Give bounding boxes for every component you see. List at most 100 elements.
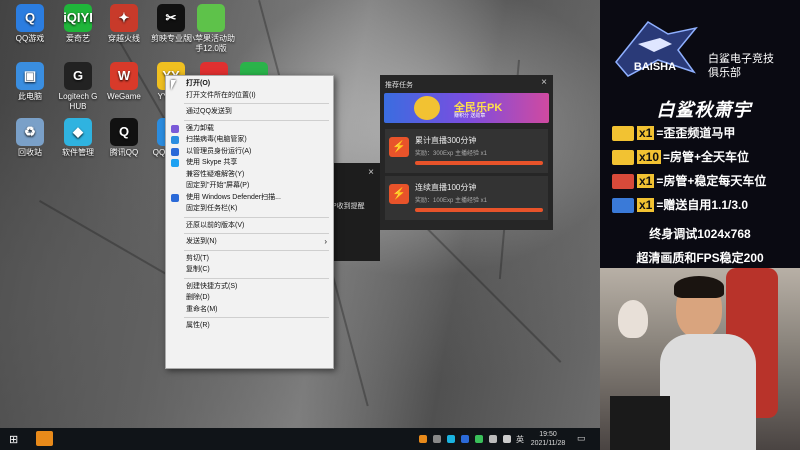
menu-item-label: 删除(D) <box>186 294 210 301</box>
gift-icon <box>612 198 634 214</box>
clock[interactable]: 19:50 2021/11/28 <box>530 430 566 448</box>
context-menu: 打开(O) 打开文件所在的位置(I) 通过QQ发送到 强力卸载 扫描病毒(电脑管家) 以管… <box>165 75 334 369</box>
menu-item-label: 以管理员身份运行(A) <box>186 147 252 155</box>
gift-offer-line: x10 =房管+全天车位 <box>612 148 749 166</box>
context-menu-item[interactable]: 固定到"开始"屏幕(P) <box>166 180 333 192</box>
desktop: Q QQ游戏 iQIYI 爱奇艺 ✦ 穿越火线 ✂ 剪映专业版 小苹果活动助手12.0版 ▣ 此电脑… <box>0 0 600 428</box>
popup-close-icon[interactable]: × <box>368 167 374 178</box>
volume-icon[interactable] <box>503 435 511 443</box>
menu-item-label: 使用 Skype 共享 <box>186 159 238 166</box>
menu-separator <box>184 216 329 218</box>
menu-item-label: 剪切(T) <box>186 254 209 262</box>
taskbar: ⊞ 英 19:50 2021/11/28 ▭ <box>0 428 600 450</box>
menu-separator <box>184 277 329 279</box>
app-icon: G <box>64 62 92 90</box>
tray-app-icon[interactable] <box>475 435 483 443</box>
task-progress-bar <box>415 208 543 212</box>
gift-quantity: x1 <box>637 174 655 188</box>
mouse-cursor-icon <box>171 80 176 90</box>
app-icon: ✦ <box>110 4 138 32</box>
gift-icon <box>612 150 634 166</box>
context-menu-item[interactable]: 使用 Skype 共享 <box>166 157 333 169</box>
windows-start-icon[interactable]: ⊞ <box>9 433 18 446</box>
task-panel-close-icon[interactable]: × <box>541 77 547 88</box>
desktop-icon-label: 小苹果活动助手12.0版 <box>187 34 235 53</box>
context-menu-item[interactable]: 删除(D) <box>166 292 333 304</box>
context-menu-item[interactable]: 固定到任务栏(K) <box>166 203 333 215</box>
context-menu-item[interactable]: 复制(C) <box>166 264 333 276</box>
plush-toy <box>618 300 648 338</box>
tray-shield-icon[interactable] <box>461 435 469 443</box>
tray-app-icon[interactable] <box>433 435 441 443</box>
context-menu-item[interactable]: 兼容性疑难解答(Y) <box>166 169 333 181</box>
context-menu-item[interactable]: 强力卸载 <box>166 123 333 135</box>
context-menu-item[interactable]: 通过QQ发送到 <box>166 106 333 118</box>
desktop-icon[interactable]: G Logitech G HUB <box>52 62 104 112</box>
context-menu-item[interactable]: 打开文件所在的位置(I) <box>166 90 333 102</box>
banner-badge-icon <box>414 96 440 120</box>
app-icon: ▣ <box>16 62 44 90</box>
desktop-icon[interactable]: Q QQ游戏 <box>4 4 56 44</box>
menu-item-label: 创建快捷方式(S) <box>186 282 238 290</box>
gift-icon <box>612 126 634 142</box>
submenu-arrow-icon: › <box>324 237 327 246</box>
webcam-feed <box>600 268 800 450</box>
desktop-icon[interactable]: ♻ 回收站 <box>4 118 56 158</box>
desktop-icon-label: Logitech G HUB <box>58 92 98 111</box>
gift-offer-line: x1 =房管+稳定每天车位 <box>612 172 766 190</box>
overlay-line-2: 超清画质和FPS稳定200 <box>636 251 764 265</box>
menu-item-label: 使用 Windows Defender扫描... <box>186 193 281 201</box>
tray-app-icon[interactable] <box>419 435 427 443</box>
app-icon: iQIYI <box>63 4 93 32</box>
context-menu-item[interactable]: 发送到(N) › <box>166 236 333 248</box>
desktop-icon[interactable]: W WeGame <box>98 62 150 102</box>
banner-subtitle: 赚积分 送勋章 <box>454 113 486 119</box>
menu-item-label: 属性(R) <box>186 322 210 329</box>
club-name-line1: 白鲨电子竞技 <box>708 53 774 65</box>
desktop-icon[interactable]: Q 腾讯QQ <box>98 118 150 158</box>
shark-logo-icon: BAISHA <box>608 14 702 84</box>
desktop-icon[interactable]: ◆ 软件管理 <box>52 118 104 158</box>
task-reward: 奖励：300Exp 主播经验 x1 <box>415 151 488 157</box>
input-language[interactable]: 英 <box>516 434 524 445</box>
task-card[interactable]: ⚡ 连续直播100分钟 奖励：100Exp 主播经验 x1 <box>385 176 548 220</box>
context-menu-item[interactable]: 以管理员身份运行(A) <box>166 146 333 158</box>
desktop-icon-label: WeGame <box>107 92 141 101</box>
task-card[interactable]: ⚡ 累计直播300分钟 奖励：300Exp 主播经验 x1 <box>385 129 548 173</box>
menu-item-icon <box>171 159 179 167</box>
context-menu-item[interactable]: 剪切(T) <box>166 253 333 265</box>
context-menu-item[interactable]: 打开(O) <box>166 78 333 90</box>
context-menu-item[interactable]: 创建快捷方式(S) <box>166 281 333 293</box>
desktop-icon[interactable]: 小苹果活动助手12.0版 <box>185 4 237 54</box>
desktop-icon[interactable]: ✦ 穿越火线 <box>98 4 150 44</box>
context-menu-item[interactable]: 使用 Windows Defender扫描... <box>166 192 333 204</box>
notification-popup: × P收到提醒 <box>330 163 380 261</box>
task-title: 累计直播300分钟 <box>415 136 477 145</box>
context-menu-item[interactable]: 扫描病毒(电脑管家) <box>166 134 333 146</box>
tray-app-icon[interactable] <box>447 435 455 443</box>
menu-item-label: 固定到"开始"屏幕(P) <box>186 182 250 189</box>
desktop-icon-label: 此电脑 <box>18 92 42 101</box>
network-icon[interactable] <box>489 435 497 443</box>
context-menu-item[interactable]: 还原以前的版本(V) <box>166 220 333 232</box>
overlay-line-1: 终身调试1024x768 <box>649 227 751 241</box>
desktop-icon[interactable]: ▣ 此电脑 <box>4 62 56 102</box>
gift-quantity: x1 <box>637 198 655 212</box>
menu-item-label: 兼容性疑难解答(Y) <box>186 170 245 178</box>
gift-reward: =赠送自用1.1/3.0 <box>656 198 749 212</box>
menu-separator <box>184 249 329 251</box>
logo-text: BAISHA <box>634 61 676 73</box>
taskbar-app-icon[interactable] <box>36 431 53 446</box>
desktop-icon-label: 回收站 <box>18 148 42 157</box>
menu-item-icon <box>171 136 179 144</box>
pk-banner[interactable]: 全民乐PK 赚积分 送勋章 <box>384 93 549 123</box>
desktop-icon[interactable]: iQIYI 爱奇艺 <box>52 4 104 44</box>
menu-item-label: 发送到(N) <box>186 238 217 245</box>
gift-reward: =房管+全天车位 <box>663 150 750 164</box>
menu-item-label: 打开文件所在的位置(I) <box>186 91 256 99</box>
context-menu-item[interactable]: 重命名(M) <box>166 304 333 316</box>
context-menu-item[interactable]: 属性(R) <box>166 320 333 332</box>
menu-separator <box>184 119 329 121</box>
task-progress-bar <box>415 161 543 165</box>
notification-center-icon[interactable]: ▭ <box>577 433 586 444</box>
